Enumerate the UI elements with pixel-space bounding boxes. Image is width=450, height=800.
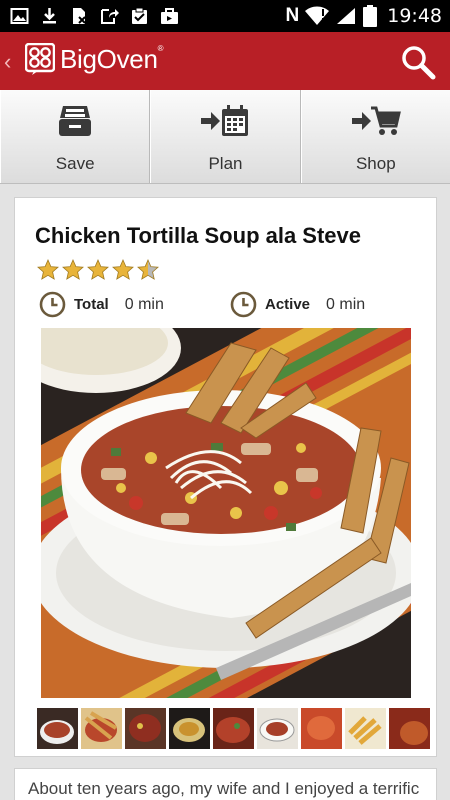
clock-icon — [230, 291, 257, 318]
total-time: Total 0 min — [39, 291, 164, 318]
nfc-icon: N — [285, 5, 300, 26]
thumbnail-7[interactable] — [301, 708, 342, 749]
clipboard-check-icon — [132, 7, 147, 24]
save-label: Save — [55, 154, 95, 173]
brand-name: BigOven® — [60, 43, 164, 74]
star-icon — [87, 259, 109, 280]
active-time-label: Active — [265, 296, 311, 313]
thumbnail-9[interactable] — [389, 708, 430, 749]
app-bar: ‹ BigOven® — [0, 32, 450, 90]
star-icon — [62, 259, 84, 280]
save-button[interactable]: Save — [0, 90, 151, 183]
shop-button[interactable]: Shop — [300, 90, 450, 183]
no-sim-icon — [73, 8, 86, 24]
download-icon — [43, 8, 56, 24]
recipe-toolbar: Save Plan Shop — [0, 90, 450, 184]
thumbnail-2[interactable] — [81, 708, 122, 749]
battery-icon — [363, 5, 378, 27]
system-icons: N 19:48 — [285, 5, 442, 27]
star-icon — [112, 259, 134, 280]
total-time-label: Total — [74, 296, 109, 313]
active-time: Active 0 min — [230, 291, 365, 318]
recipe-description: About ten years ago, my wife and I enjoy… — [28, 779, 420, 798]
thumbnail-5[interactable] — [213, 708, 254, 749]
recipe-card: Chicken Tortilla Soup ala Steve Total 0 … — [14, 197, 437, 757]
recipe-title: Chicken Tortilla Soup ala Steve — [35, 223, 362, 248]
clock-icon — [39, 291, 66, 318]
plan-button[interactable]: Plan — [150, 90, 301, 183]
star-rating[interactable] — [37, 259, 159, 281]
chevron-left-icon[interactable]: ‹ — [4, 49, 11, 75]
recipe-photo[interactable] — [41, 328, 411, 698]
bigoven-logo-icon — [25, 43, 55, 75]
total-time-value: 0 min — [124, 295, 164, 313]
signal-icon — [337, 8, 356, 24]
status-bar: N 19:48 — [0, 0, 450, 32]
thumbnail-1[interactable] — [37, 708, 78, 749]
image-icon — [10, 8, 29, 24]
thumbnail-6[interactable] — [257, 708, 298, 749]
clock-time: 19:48 — [387, 5, 442, 27]
recipe-box-icon — [59, 106, 92, 136]
thumbnail-4[interactable] — [169, 708, 210, 749]
briefcase-icon — [161, 8, 178, 24]
description-card: About ten years ago, my wife and I enjoy… — [14, 768, 437, 800]
notification-icons — [10, 7, 179, 25]
shop-label: Shop — [355, 154, 396, 173]
thumbnail-8[interactable] — [345, 708, 386, 749]
app-logo[interactable]: BigOven® — [25, 43, 164, 75]
star-icon — [37, 259, 59, 280]
share-icon — [101, 9, 119, 24]
add-to-cart-icon — [351, 106, 401, 135]
search-icon[interactable] — [400, 44, 436, 80]
thumbnail-3[interactable] — [125, 708, 166, 749]
active-time-value: 0 min — [326, 295, 366, 313]
photo-thumbnails — [37, 708, 430, 749]
add-to-calendar-icon — [201, 105, 249, 136]
plan-label: Plan — [208, 154, 243, 173]
wifi-icon — [305, 6, 330, 25]
star-icon — [137, 259, 159, 280]
